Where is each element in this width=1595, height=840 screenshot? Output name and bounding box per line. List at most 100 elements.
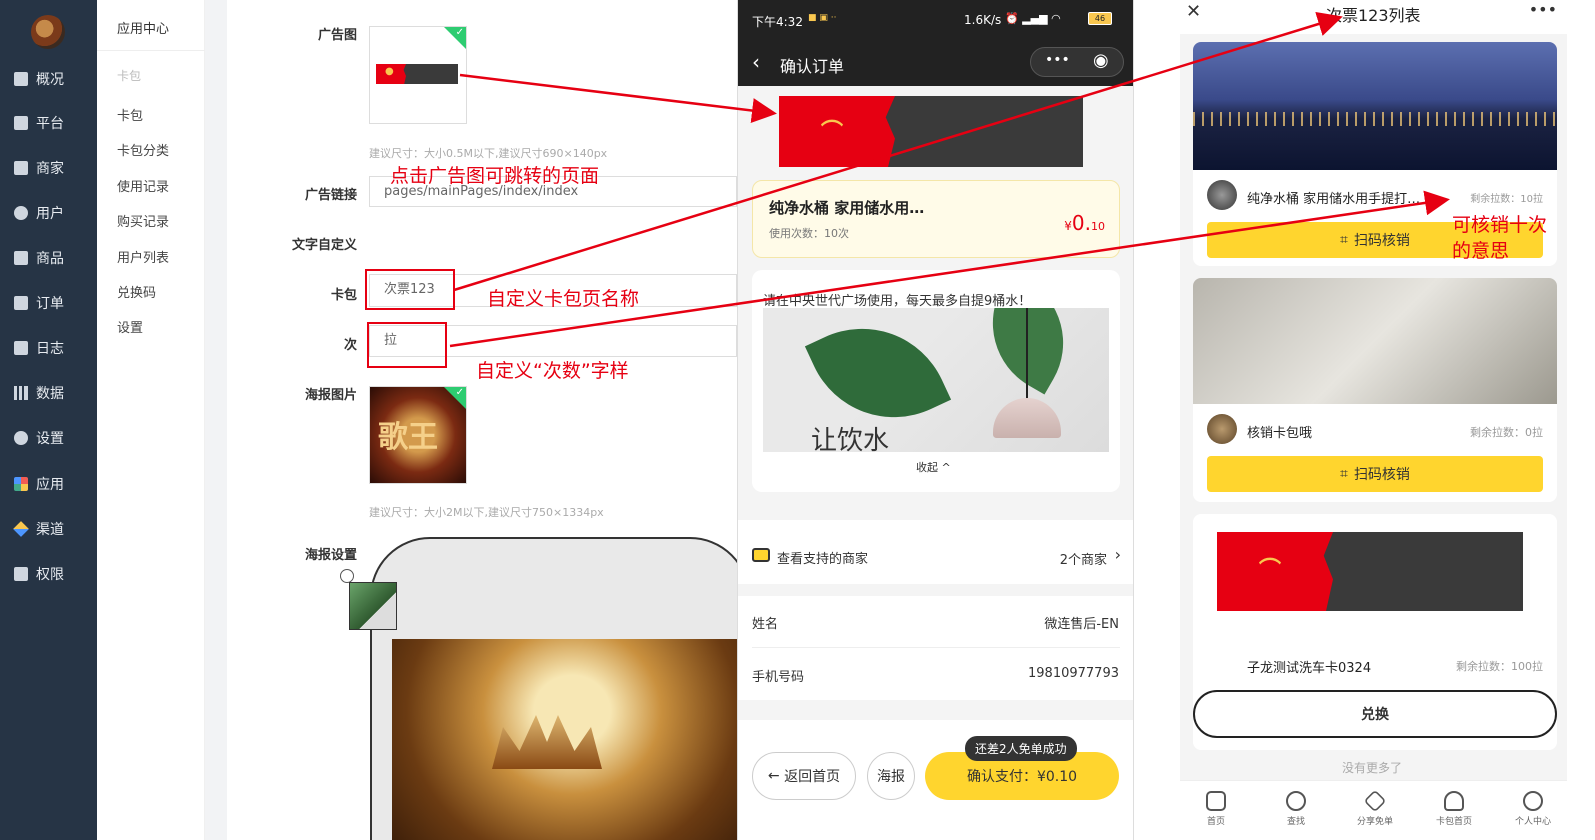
right-margin — [1567, 0, 1595, 840]
nav-item-settings[interactable]: 设置 — [0, 420, 97, 456]
annotation-ten-times: 可核销十次 — [1452, 214, 1548, 236]
ad-image-label: 广告图 — [317, 28, 357, 43]
shop-icon — [752, 548, 770, 562]
contact-info: 姓名 微连售后-EN 手机号码 19810977793 — [738, 596, 1133, 700]
status-bar: 下午4:32 ■ ▣ ·· 1.6K/s ⏰ ▂▄▆ ◠ 46 — [738, 0, 1133, 40]
nav-item-order[interactable]: 订单 — [0, 285, 97, 321]
tab-card-home[interactable]: 卡包首页 — [1429, 791, 1479, 827]
tab-profile[interactable]: 个人中心 — [1508, 791, 1558, 827]
nav-item-platform[interactable]: 平台 — [0, 105, 97, 141]
dashboard-icon — [14, 72, 28, 86]
nav-label: 用户 — [36, 206, 64, 222]
merchants-count: 2个商家 — [1059, 553, 1107, 568]
book-icon — [14, 341, 28, 355]
poster-qr-placeholder[interactable] — [349, 582, 397, 630]
chevron-up-icon: ^ — [941, 461, 951, 474]
close-icon[interactable]: ✕ — [1186, 1, 1201, 22]
ad-banner[interactable]: ⌒ — [779, 96, 1083, 167]
back-home-button[interactable]: ← 返回首页 — [752, 752, 856, 800]
nav-item-permission[interactable]: 权限 — [0, 556, 97, 592]
nav-label: 日志 — [36, 341, 64, 357]
merchants-label: 查看支持的商家 — [777, 552, 869, 567]
card-cover-image — [1193, 42, 1557, 170]
apps-grid-icon — [14, 477, 28, 491]
document-icon — [14, 296, 28, 310]
times-label: 次 — [343, 338, 357, 353]
bottom-tab-bar: 首页 查找 分享免单 卡包首页 个人中心 — [1180, 780, 1567, 840]
poster-preview-frame — [370, 537, 750, 840]
subnav-item-card[interactable]: 卡包 — [117, 105, 143, 124]
annotation-meaning: 的意思 — [1452, 240, 1510, 262]
no-more-text: 没有更多了 — [1342, 761, 1403, 775]
mini-program-capsule: ••• ◉ — [1030, 47, 1124, 77]
bag-icon — [14, 251, 28, 265]
secondary-sidebar: 应用中心 卡包 卡包 卡包分类 使用记录 购买记录 用户列表 兑换码 设置 — [97, 0, 205, 840]
nav-label: 概况 — [36, 72, 64, 88]
poster-image-upload[interactable]: 歌王 — [369, 386, 467, 484]
ad-image-upload[interactable]: ● — [369, 26, 467, 124]
avatar — [1207, 414, 1237, 444]
status-time: 下午4:32 — [752, 15, 803, 29]
tab-search[interactable]: 查找 — [1271, 791, 1321, 827]
collapse-link[interactable]: 收起 ^ — [916, 459, 951, 475]
nav-label: 应用 — [36, 477, 64, 493]
goods-name: 纯净水桶 家用储水用… — [769, 199, 925, 217]
nav-label: 平台 — [36, 116, 64, 132]
subnav-item-settings[interactable]: 设置 — [117, 317, 143, 336]
more-icon[interactable]: ••• — [1045, 52, 1070, 68]
poster-anchor-circle[interactable] — [340, 569, 354, 583]
subnav-item-usage[interactable]: 使用记录 — [117, 176, 169, 195]
close-capsule-icon[interactable]: ◉ — [1093, 50, 1109, 71]
divider — [752, 647, 1120, 648]
nav-item-log[interactable]: 日志 — [0, 330, 97, 366]
nav-item-product[interactable]: 商品 — [0, 240, 97, 276]
times-word-highlight — [367, 322, 447, 368]
nav-item-merchant[interactable]: 商家 — [0, 150, 97, 186]
name-value[interactable]: 微连售后-EN — [1044, 613, 1119, 632]
subnav-item-redeem-code[interactable]: 兑换码 — [117, 282, 156, 301]
avatar — [1207, 180, 1237, 210]
nav-item-channel[interactable]: 渠道 — [0, 511, 97, 547]
remain-count: 剩余拉数：0拉 — [1470, 426, 1543, 439]
bar-chart-icon — [14, 386, 28, 400]
product-image: 让饮水 — [763, 308, 1109, 452]
nav-label: 商品 — [36, 251, 64, 267]
tab-share[interactable]: 分享免单 — [1350, 789, 1400, 827]
poster-image-hint: 建议尺寸：大小2M以下,建议尺寸750×1334px — [369, 506, 604, 519]
annotation-ad-jump: 点击广告图可跳转的页面 — [390, 165, 600, 187]
nav-item-overview[interactable]: 概况 — [0, 61, 97, 97]
card-cover-image — [1193, 278, 1557, 404]
card-item[interactable]: 核销卡包哦 剩余拉数：0拉 ⌗ 扫码核销 — [1193, 278, 1557, 502]
ad-link-label: 广告链接 — [304, 188, 357, 203]
card-name: 纯净水桶 家用储水用手提打… — [1247, 192, 1421, 207]
user-icon — [1444, 791, 1464, 811]
selected-check-icon — [444, 387, 466, 409]
goods-card: 纯净水桶 家用储水用… 使用次数：10次 ¥0.10 — [752, 180, 1120, 258]
card-name: 子龙测试洗车卡0324 — [1247, 661, 1372, 676]
nav-item-data[interactable]: 数据 — [0, 375, 97, 411]
custom-text-label: 文字自定义 — [291, 238, 357, 253]
subnav-item-purchase[interactable]: 购买记录 — [117, 211, 169, 230]
nav-bar: ✕ 次票123列表 ••• — [1180, 0, 1567, 34]
nav-item-user[interactable]: 用户 — [0, 195, 97, 231]
poster-button[interactable]: 海报 — [867, 752, 915, 800]
more-icon[interactable]: ••• — [1529, 0, 1557, 19]
card-label: 卡包 — [330, 288, 357, 303]
phone-value[interactable]: 19810977793 — [1028, 666, 1119, 681]
subnav-item-users[interactable]: 用户列表 — [117, 247, 169, 266]
merchants-row[interactable]: 查看支持的商家 2个商家 › — [738, 520, 1133, 584]
main-sidebar: 概况 平台 商家 用户 商品 订单 日志 数据 设置 应用 渠道 权限 — [0, 0, 97, 840]
scan-verify-button[interactable]: ⌗ 扫码核销 — [1207, 456, 1543, 492]
selected-check-icon — [444, 27, 466, 49]
tab-home[interactable]: 首页 — [1191, 791, 1241, 827]
back-icon[interactable]: ‹ — [752, 50, 760, 74]
subnav-group-label: 卡包 — [117, 69, 142, 83]
nav-label: 订单 — [36, 296, 64, 312]
usage-count: 使用次数：10次 — [769, 227, 849, 240]
scan-verify-label: 扫码核销 — [1353, 467, 1410, 483]
nav-item-apps[interactable]: 应用 — [0, 466, 97, 502]
remain-count: 剩余拉数：10拉 — [1470, 194, 1543, 205]
phone-label: 手机号码 — [752, 670, 805, 685]
subnav-item-category[interactable]: 卡包分类 — [117, 140, 169, 159]
exchange-button[interactable]: 兑换 — [1193, 690, 1557, 738]
